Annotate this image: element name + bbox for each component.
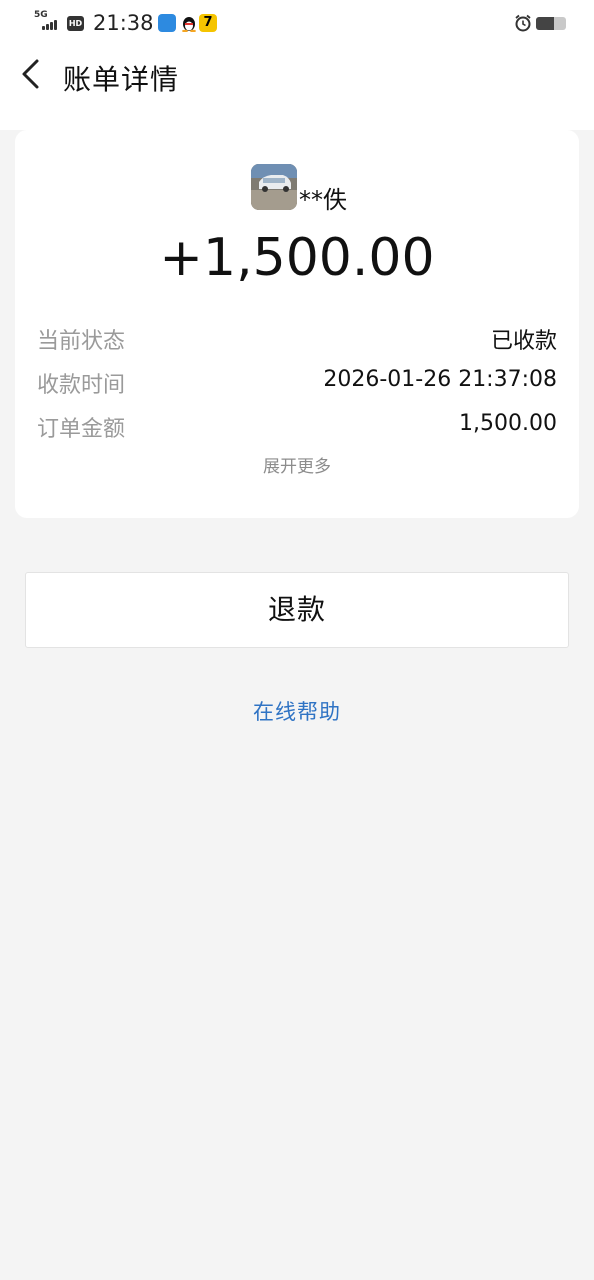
page-title: 账单详情 (63, 63, 180, 96)
detail-label: 收款时间 (37, 373, 126, 398)
back-button[interactable] (14, 56, 50, 92)
detail-value: 2026-01-26 21:37:08 (323, 367, 557, 392)
status-bar: 5G HD 21:38 7 (0, 0, 594, 48)
hd-icon: HD (67, 16, 84, 31)
expand-more-link[interactable]: 展开更多 (15, 452, 579, 477)
detail-label: 订单金额 (37, 417, 126, 442)
detail-value: 1,500.00 (459, 411, 557, 436)
bill-card: **佚 +1,500.00 当前状态 已收款 收款时间 2026-01-26 2… (15, 130, 579, 518)
detail-row-time: 收款时间 2026-01-26 21:37:08 (15, 367, 579, 399)
alarm-icon (514, 14, 532, 32)
signal-icon: 5G (34, 10, 62, 32)
qq-penguin-icon (180, 14, 198, 33)
bill-amount: +1,500.00 (159, 228, 435, 288)
payer-avatar (251, 164, 297, 210)
battery-icon (536, 17, 566, 30)
network-type: 5G (34, 10, 48, 20)
yellow-7-app-icon: 7 (199, 14, 217, 32)
detail-label: 当前状态 (37, 329, 126, 354)
detail-value: 已收款 (490, 329, 557, 354)
online-help-link[interactable]: 在线帮助 (0, 696, 594, 726)
refund-button[interactable]: 退款 (25, 572, 569, 648)
blue-app-icon (158, 14, 176, 32)
payer-name: **佚 (299, 186, 347, 214)
nav-bar: 账单详情 (0, 48, 594, 130)
chevron-left-icon (22, 59, 39, 89)
detail-row-amount: 订单金额 1,500.00 (15, 411, 579, 443)
status-time: 21:38 (93, 11, 154, 35)
detail-row-status: 当前状态 已收款 (15, 323, 579, 355)
